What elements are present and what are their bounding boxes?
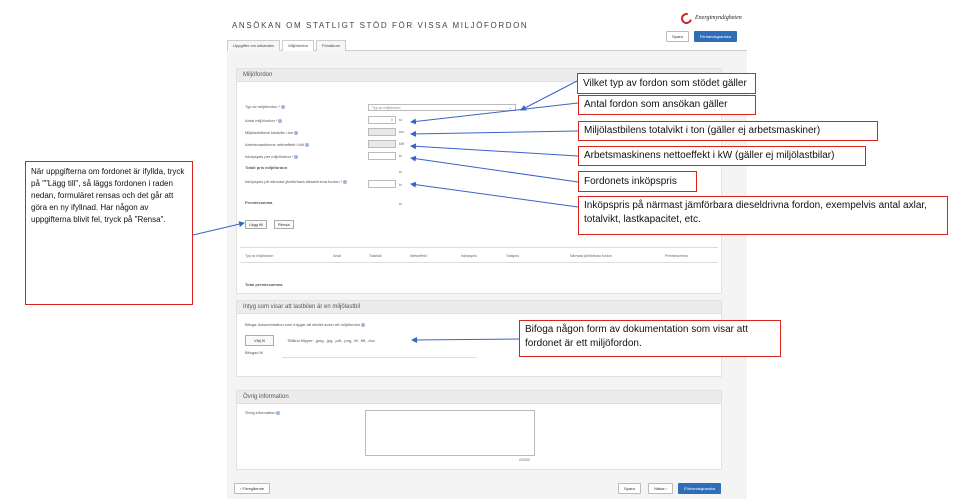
arrow-diesel-price <box>410 181 579 208</box>
callout-count: Antal fordon som ansökan gäller <box>578 95 756 115</box>
arrow-price <box>410 155 579 183</box>
arrow-documentation <box>411 336 520 343</box>
arrow-vehicle-type <box>520 80 578 111</box>
callout-vehicle-type: Vilket typ av fordon som stödet gäller <box>577 73 756 94</box>
callout-total-weight: Miljölastbilens totalvikt i ton (gäller … <box>578 121 878 141</box>
arrow-add-button <box>192 221 245 236</box>
callout-left-note: När uppgifterna om fordonet är ifyllda, … <box>25 161 193 305</box>
callout-price: Fordonets inköpspris <box>578 171 697 192</box>
callout-documentation: Bifoga någon form av dokumentation som v… <box>519 320 781 357</box>
arrow-count <box>410 102 579 125</box>
callout-net-power: Arbetsmaskinens nettoeffekt i kW (gäller… <box>578 146 866 166</box>
arrow-net-power <box>410 143 579 157</box>
arrow-total-weight <box>410 130 579 137</box>
callout-diesel-price: Inköpspris på närmast jämförbara dieseld… <box>578 196 948 235</box>
